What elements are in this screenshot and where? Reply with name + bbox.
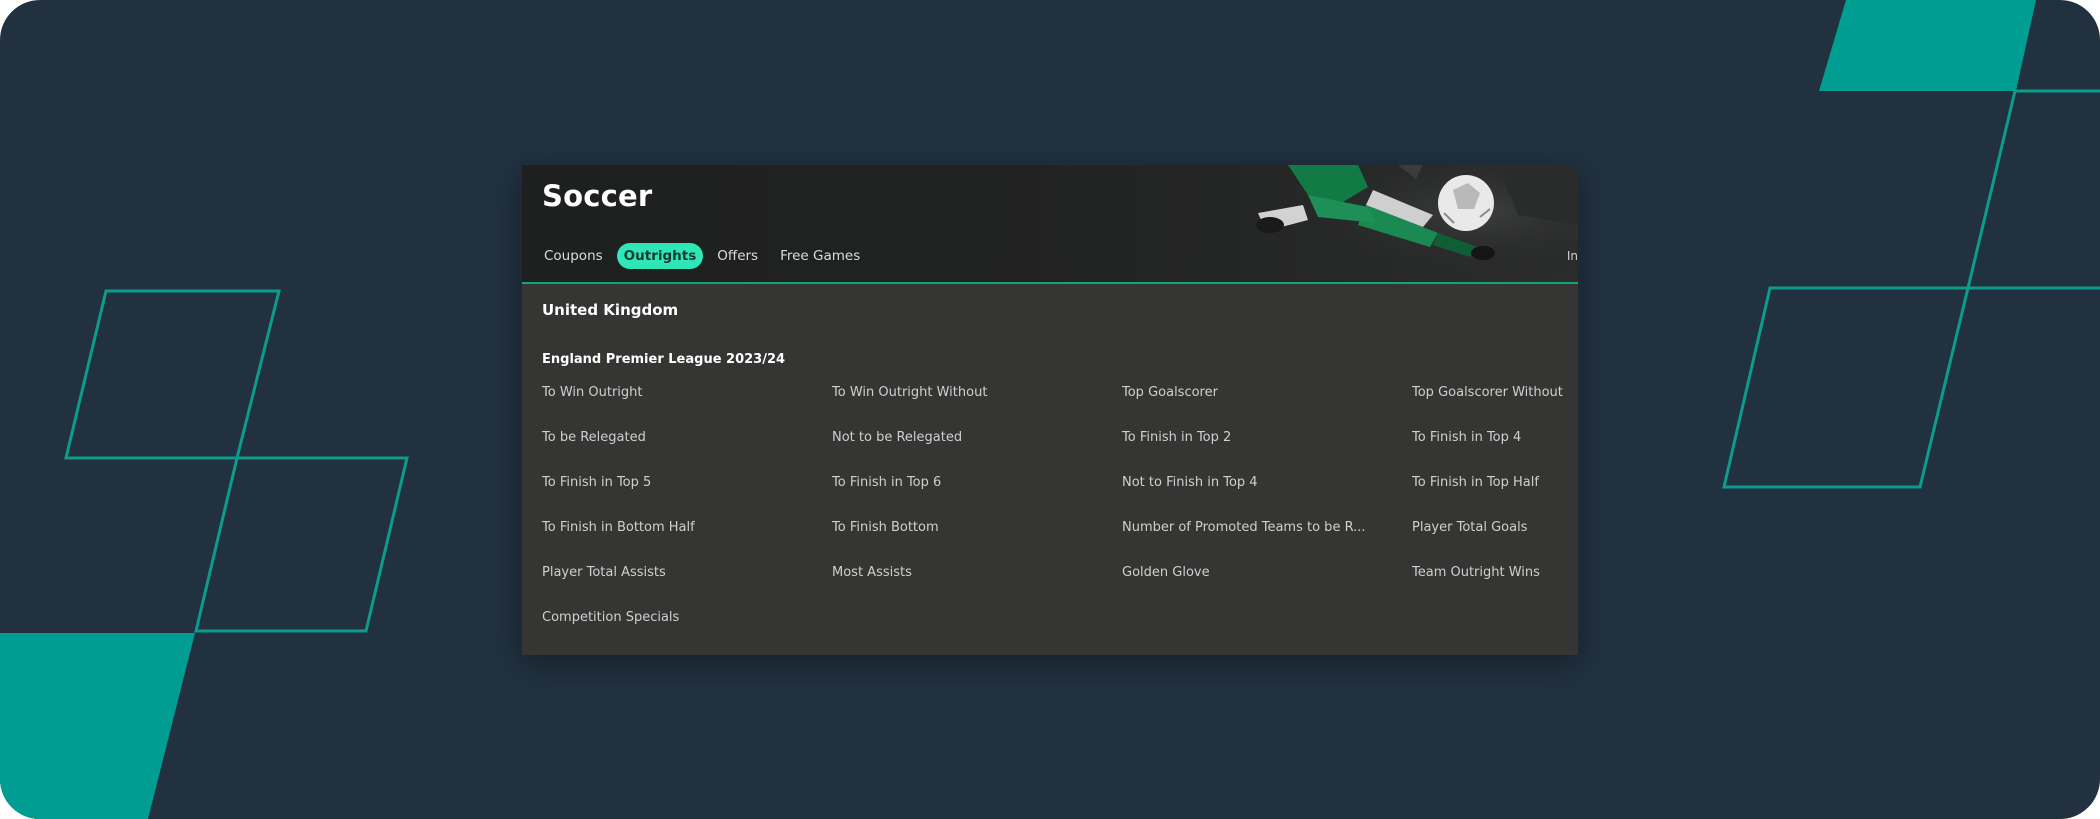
soccer-player-image: [1248, 165, 1578, 282]
league-heading[interactable]: England Premier League 2023/24: [542, 352, 785, 367]
market-link[interactable]: Team Outright Wins: [1412, 565, 1578, 610]
market-link[interactable]: To Finish in Top 5: [542, 475, 832, 520]
market-link[interactable]: Not to be Relegated: [832, 430, 1122, 475]
tab-overflow[interactable]: In: [1567, 249, 1578, 263]
page-title: Soccer: [542, 179, 653, 213]
market-link[interactable]: Top Goalscorer Without: [1412, 385, 1578, 430]
market-link[interactable]: To be Relegated: [542, 430, 832, 475]
market-link[interactable]: Not to Finish in Top 4: [1122, 475, 1412, 520]
market-link[interactable]: To Finish in Top 2: [1122, 430, 1412, 475]
market-link[interactable]: Top Goalscorer: [1122, 385, 1412, 430]
market-link[interactable]: To Finish in Top Half: [1412, 475, 1578, 520]
market-link[interactable]: To Win Outright: [542, 385, 832, 430]
market-list: To Win Outright To Win Outright Without …: [542, 385, 1578, 655]
tab-coupons[interactable]: Coupons: [536, 243, 611, 269]
market-link[interactable]: To Win Outright Without: [832, 385, 1122, 430]
sport-header: Soccer Coupons Outrights Offers Free Gam…: [522, 165, 1578, 284]
market-link[interactable]: To Finish in Bottom Half: [542, 520, 832, 565]
market-link[interactable]: Number of Promoted Teams to be R...: [1122, 520, 1412, 565]
tab-outrights[interactable]: Outrights: [616, 243, 704, 269]
market-link[interactable]: To Finish in Top 6: [832, 475, 1122, 520]
soccer-outrights-panel: Soccer Coupons Outrights Offers Free Gam…: [522, 165, 1578, 655]
market-link[interactable]: Player Total Assists: [542, 565, 832, 610]
market-link[interactable]: Player Total Goals: [1412, 520, 1578, 565]
market-link[interactable]: Competition Specials: [542, 610, 832, 655]
market-link[interactable]: To Finish Bottom: [832, 520, 1122, 565]
background-frame: Soccer Coupons Outrights Offers Free Gam…: [0, 0, 2100, 819]
sport-tabs: Coupons Outrights Offers Free Games: [536, 243, 868, 269]
market-link[interactable]: Most Assists: [832, 565, 1122, 610]
market-link[interactable]: To Finish in Top 4: [1412, 430, 1578, 475]
tab-free-games[interactable]: Free Games: [772, 243, 868, 269]
tab-offers[interactable]: Offers: [709, 243, 766, 269]
region-heading: United Kingdom: [542, 301, 679, 319]
market-link[interactable]: Golden Glove: [1122, 565, 1412, 610]
